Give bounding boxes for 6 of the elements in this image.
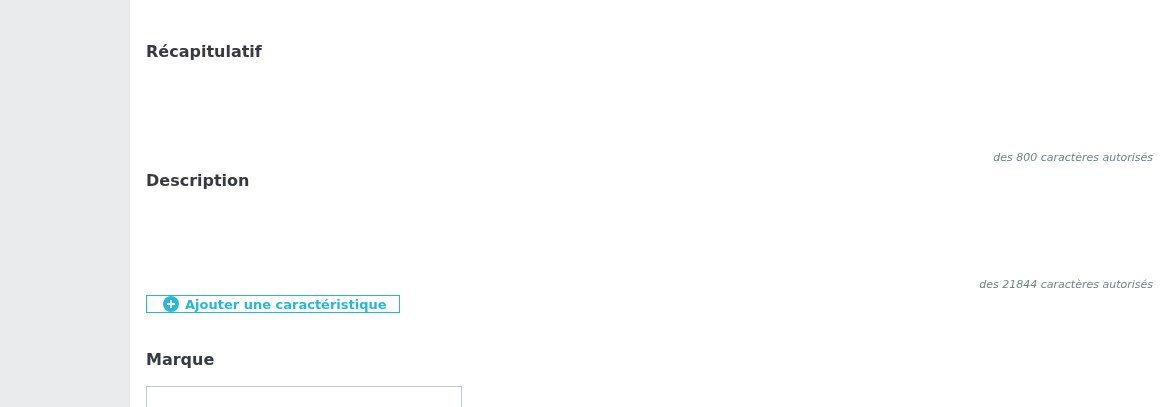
section-heading: Récapitulatif <box>146 41 262 63</box>
section-heading: Marque <box>146 349 215 371</box>
character-counter: des 800 caractères autorisés <box>993 150 1153 166</box>
add-feature-button[interactable]: Ajouter une caractéristique <box>146 295 400 313</box>
section-heading: Description <box>146 170 250 192</box>
character-counter: des 21844 caractères autorisés <box>979 277 1153 293</box>
